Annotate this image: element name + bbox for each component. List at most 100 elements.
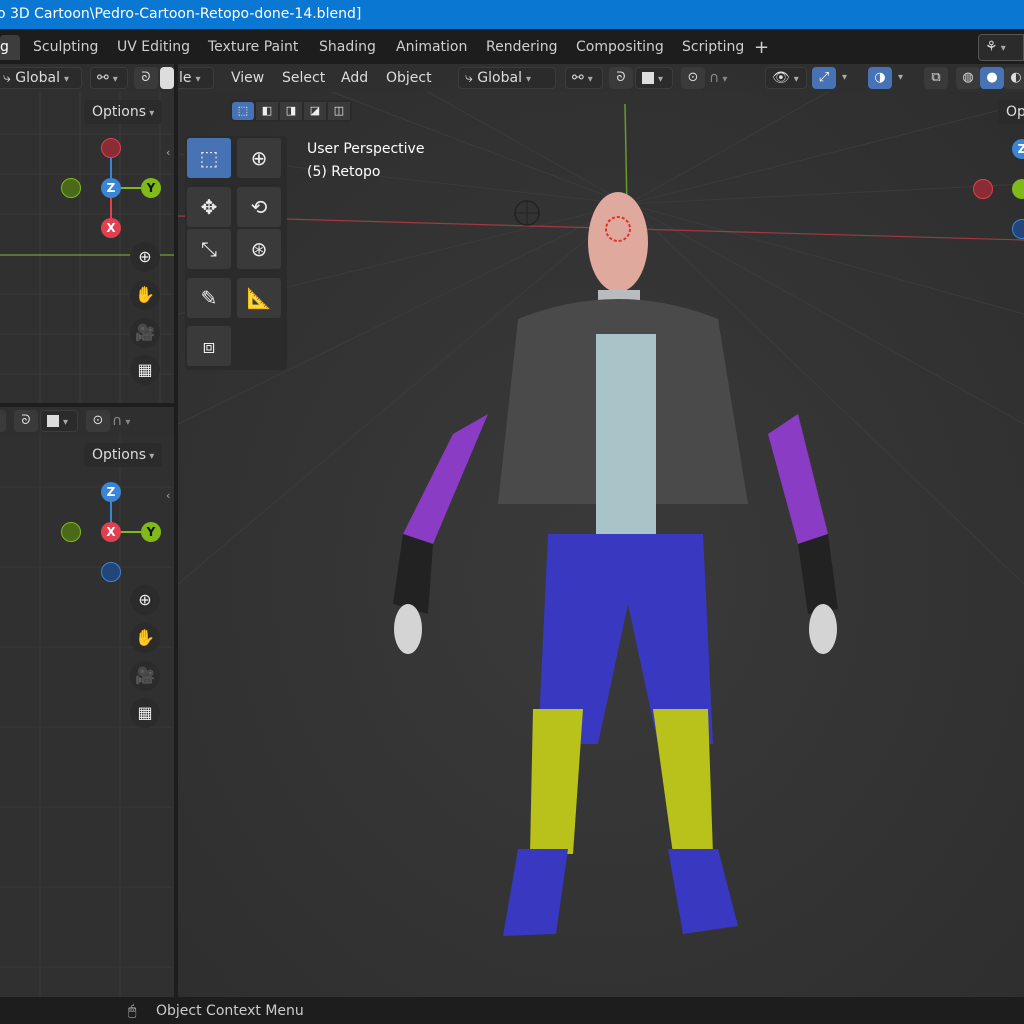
main-header: le ▾ View Select Add Object ⤷ Global ▾ ⚯ ▾ …	[178, 64, 1024, 92]
measure-tool[interactable]: 📐	[237, 278, 281, 318]
mode-dropdown[interactable]: le ▾	[178, 67, 214, 89]
gizmo-neg-x[interactable]	[101, 138, 121, 158]
snap-toggle[interactable]: ᘐ	[14, 410, 38, 432]
window-title: o 3D Cartoon\Pedro-Cartoon-Retopo-done-1…	[0, 6, 362, 22]
left-top-viewport[interactable]: ⤷ Global ▾ ⚯ ▾ ᘐ Options ▾ Z Y X ‹ ⊕ ✋ 🎥 ▦	[0, 64, 174, 403]
annotate-tool[interactable]: ✎	[187, 278, 231, 318]
menu-select[interactable]: Select	[282, 67, 325, 89]
camera-icon[interactable]: 🎥	[130, 661, 160, 691]
snap-target-button[interactable]	[160, 67, 174, 89]
gizmo-neg-y[interactable]	[61, 178, 81, 198]
gizmo-neg-x[interactable]	[973, 179, 993, 199]
select-invert-mode[interactable]: ◪	[304, 102, 326, 120]
zoom-icon[interactable]: ⊕	[130, 585, 160, 615]
options-dropdown[interactable]: Op	[998, 100, 1024, 124]
snap-target-dropdown[interactable]: ▾	[40, 410, 78, 432]
select-extend-mode[interactable]: ◧	[256, 102, 278, 120]
cube-add-icon: ⧈	[202, 334, 216, 358]
falloff-icon[interactable]: ∩ ▾	[709, 67, 727, 91]
gizmo-y-axis[interactable]: Y	[141, 178, 161, 198]
tab-uv-editing[interactable]: UV Editing	[117, 35, 190, 60]
select-box-tool[interactable]: ⬚	[187, 138, 231, 178]
pivot-dropdown[interactable]: ⚯ ▾	[565, 67, 603, 89]
orientation-icon: ⤷	[465, 70, 473, 86]
menu-object[interactable]: Object	[386, 67, 432, 89]
rotate-tool[interactable]: ⟲	[237, 187, 281, 227]
sidebar-toggle[interactable]: ‹	[166, 146, 170, 159]
gizmo-z-axis[interactable]: Z	[101, 178, 121, 198]
tab-scripting[interactable]: Scripting	[682, 35, 744, 60]
xray-icon: ⧉	[931, 70, 941, 85]
pencil-icon: ✎	[200, 286, 218, 310]
scale-icon: ⤡	[201, 237, 217, 261]
snap-target-dropdown[interactable]: ▾	[635, 67, 673, 89]
visibility-dropdown[interactable]: 👁 ▾	[765, 67, 807, 89]
transform-orientation-dropdown[interactable]: ⤷ Global ▾	[458, 67, 556, 89]
pan-hand-icon[interactable]: ✋	[130, 623, 160, 653]
options-dropdown[interactable]: Options ▾	[84, 443, 163, 467]
camera-icon[interactable]: 🎥	[130, 318, 160, 348]
transform-orientation-dropdown[interactable]: ⤷ Global ▾	[0, 67, 82, 89]
square-icon	[47, 415, 59, 427]
tab-rendering[interactable]: Rendering	[486, 35, 558, 60]
gizmo-dropdown[interactable]: ▾	[842, 67, 847, 89]
gizmo-z-axis[interactable]: Z	[101, 482, 121, 502]
left-bottom-viewport[interactable]: ᘐ ▾ ⊙ ∩ ▾ Options ▾ Z X Y ‹ ⊕ ✋ 🎥 ▦	[0, 407, 174, 997]
overlays-icon: ◑	[874, 70, 886, 85]
material-shading-button[interactable]: ◐	[1004, 67, 1024, 89]
menu-view[interactable]: View	[231, 67, 264, 89]
proportional-icon: ⊙	[92, 413, 104, 428]
proportional-edit-toggle[interactable]: ⊙	[681, 67, 705, 89]
sidebar-toggle[interactable]: ‹	[166, 489, 170, 502]
snap-toggle[interactable]: ᘐ	[609, 67, 633, 89]
select-subtract-mode[interactable]: ◨	[280, 102, 302, 120]
active-object-label: (5) Retopo	[307, 164, 381, 180]
move-tool[interactable]: ✥	[187, 187, 231, 227]
gizmo-neg-z[interactable]	[101, 562, 121, 582]
wireframe-shading-button[interactable]: ◍	[956, 67, 980, 89]
snap-toggle[interactable]: ᘐ	[134, 67, 158, 89]
rotate-icon: ⟲	[250, 195, 268, 219]
tab-layout[interactable]: g	[0, 35, 20, 60]
select-box-mode[interactable]: ⬚	[232, 102, 254, 120]
left-bottom-header: ᘐ ▾ ⊙ ∩ ▾	[0, 407, 174, 435]
falloff-icon[interactable]: ∩ ▾	[112, 410, 130, 434]
gizmo-toggle[interactable]: ⤢	[812, 67, 836, 89]
tab-animation[interactable]: Animation	[396, 35, 467, 60]
overlays-toggle[interactable]: ◑	[868, 67, 892, 89]
transform-tool[interactable]: ⊛	[237, 229, 281, 269]
solid-shading-button[interactable]: ●	[980, 67, 1004, 89]
cursor-tool[interactable]: ⊕	[237, 138, 281, 178]
add-workspace-button[interactable]: +	[754, 35, 769, 60]
gizmo-x-axis[interactable]: X	[101, 522, 121, 542]
pivot-dropdown[interactable]: ⚯ ▾	[90, 67, 128, 89]
add-cube-tool[interactable]: ⧈	[187, 326, 231, 366]
gizmo-x-axis[interactable]: X	[101, 218, 121, 238]
scale-tool[interactable]: ⤡	[187, 229, 231, 269]
grid-view-icon[interactable]: ▦	[130, 698, 160, 728]
select-intersect-mode[interactable]: ◫	[328, 102, 350, 120]
viewport-scene	[178, 64, 1024, 997]
pivot-button[interactable]	[0, 410, 6, 432]
gizmo-neg-y[interactable]	[61, 522, 81, 542]
tab-texture-paint[interactable]: Texture Paint	[208, 35, 298, 60]
proportional-icon: ⊙	[687, 70, 699, 85]
menu-add[interactable]: Add	[341, 67, 368, 89]
xray-toggle[interactable]: ⧉	[924, 67, 948, 89]
zoom-icon[interactable]: ⊕	[130, 242, 160, 272]
options-dropdown[interactable]: Options ▾	[84, 100, 163, 124]
overlays-dropdown[interactable]: ▾	[898, 67, 903, 89]
cursor-arrow-icon: ⬚	[199, 146, 219, 170]
gizmo-y-axis[interactable]: Y	[141, 522, 161, 542]
pan-hand-icon[interactable]: ✋	[130, 280, 160, 310]
scene-selector[interactable]: ⚘ ▾	[978, 34, 1024, 61]
tab-compositing[interactable]: Compositing	[576, 35, 664, 60]
tab-sculpting[interactable]: Sculpting	[33, 35, 98, 60]
crosshair-icon: ⊕	[250, 146, 268, 170]
solid-sphere-icon: ●	[986, 70, 998, 85]
square-icon	[642, 72, 654, 84]
proportional-edit-toggle[interactable]: ⊙	[86, 410, 110, 432]
tab-shading[interactable]: Shading	[319, 35, 376, 60]
grid-view-icon[interactable]: ▦	[130, 355, 160, 385]
main-3d-viewport[interactable]: le ▾ View Select Add Object ⤷ Global ▾ ⚯ ▾ …	[178, 64, 1024, 997]
